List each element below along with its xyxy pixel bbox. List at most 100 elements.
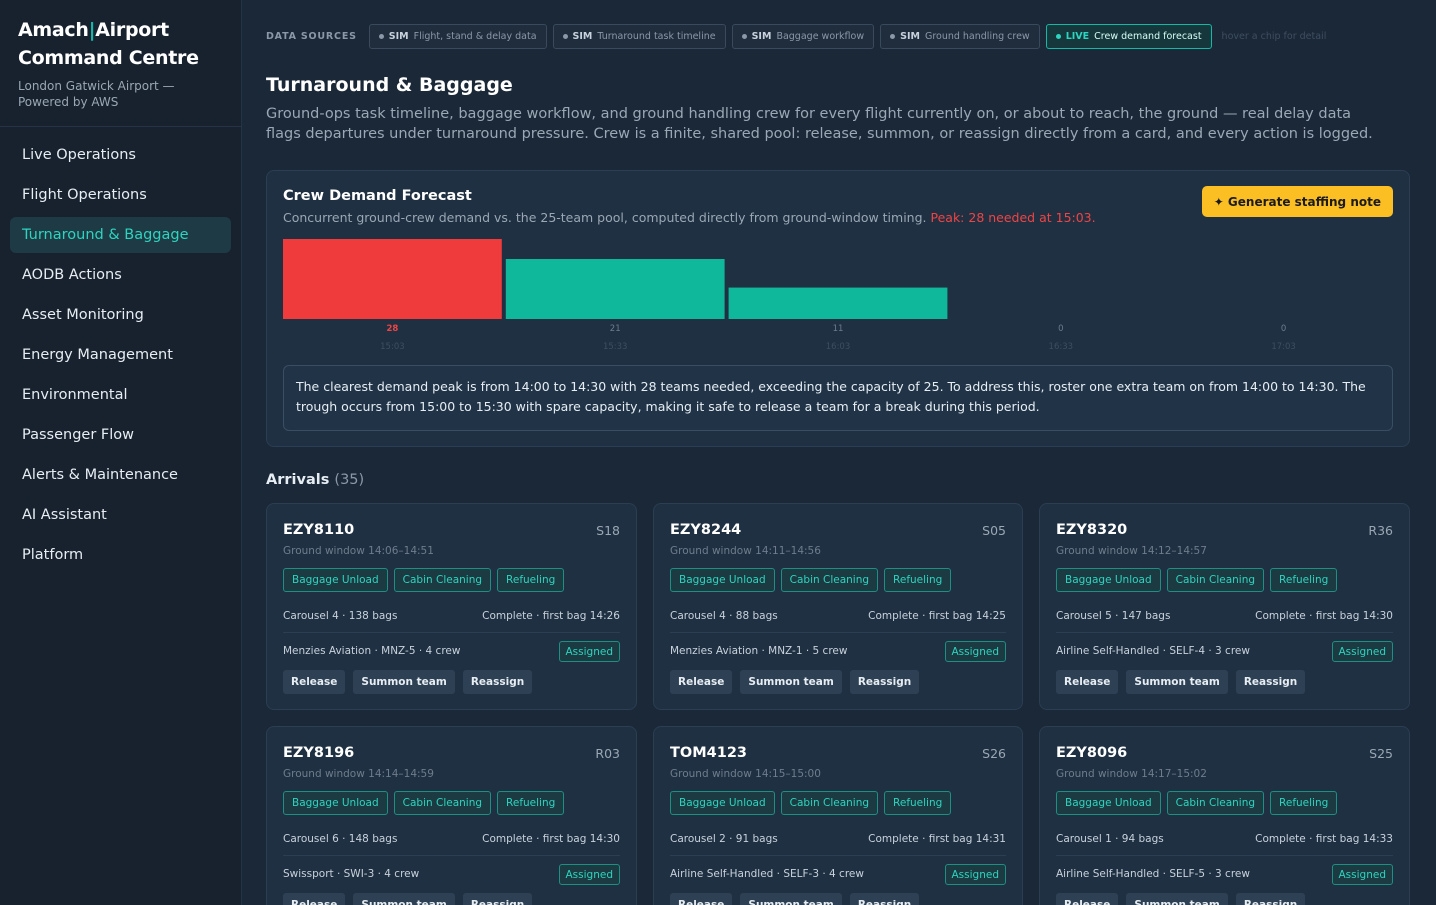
task-chip[interactable]: Baggage Unload xyxy=(670,568,775,592)
data-source-chip[interactable]: SIM Turnaround task timeline xyxy=(552,24,726,49)
brand-subtitle: London Gatwick Airport — Powered by AWS xyxy=(18,79,175,109)
sidebar-item-turnaround-baggage[interactable]: Turnaround & Baggage xyxy=(10,217,231,253)
reassign-button[interactable]: Reassign xyxy=(1235,670,1306,694)
source-text: Ground handling crew xyxy=(924,31,1030,42)
data-source-chip[interactable]: SIM Flight, stand & delay data xyxy=(368,24,547,49)
bar-time-label: 15:03 xyxy=(380,342,405,352)
task-chip[interactable]: Baggage Unload xyxy=(670,791,775,815)
task-chip[interactable]: Refueling xyxy=(884,791,952,815)
ground-window: Ground window 14:06–14:51 xyxy=(283,545,434,557)
summon-team-button[interactable]: Summon team xyxy=(1126,893,1228,905)
status-dot-icon xyxy=(1055,34,1061,39)
reassign-button[interactable]: Reassign xyxy=(849,670,920,694)
task-chip[interactable]: Cabin Cleaning xyxy=(1166,791,1265,815)
task-chip[interactable]: Refueling xyxy=(497,568,565,592)
crew-info: Airline Self-Handled · SELF-3 · 4 crew xyxy=(670,868,864,880)
release-button[interactable]: Release xyxy=(283,670,346,694)
task-chip[interactable]: Refueling xyxy=(497,791,565,815)
sidebar-item-ai-assistant[interactable]: AI Assistant xyxy=(10,497,231,533)
flight-number: EZY8244 xyxy=(670,522,742,538)
baggage-info: Carousel 2 · 91 bags xyxy=(670,833,778,845)
source-tag: SIM xyxy=(388,31,409,42)
baggage-info: Carousel 4 · 138 bags xyxy=(283,610,398,622)
stand-id: S26 xyxy=(982,746,1006,761)
page-title: Turnaround & Baggage xyxy=(266,74,513,96)
sidebar-item-live-operations[interactable]: Live Operations xyxy=(10,137,231,173)
bar-value-label: 21 xyxy=(610,324,621,334)
card-divider xyxy=(1056,855,1393,856)
data-sources-label: DATA SOURCES xyxy=(266,31,357,42)
brand: Amach|Airport Command Centre London Gatw… xyxy=(0,0,241,127)
source-text: Crew demand forecast xyxy=(1094,31,1202,42)
release-button[interactable]: Release xyxy=(1056,893,1119,905)
task-chip[interactable]: Cabin Cleaning xyxy=(393,568,492,592)
task-list: Baggage Unload Cabin Cleaning Refueling xyxy=(670,568,952,592)
task-chip[interactable]: Baggage Unload xyxy=(1056,791,1161,815)
sidebar-item-environmental[interactable]: Environmental xyxy=(10,377,231,413)
data-source-chip[interactable]: SIM Ground handling crew xyxy=(880,24,1040,49)
sidebar-item-alerts-maintenance[interactable]: Alerts & Maintenance xyxy=(10,457,231,493)
task-chip[interactable]: Cabin Cleaning xyxy=(780,568,879,592)
summon-team-button[interactable]: Summon team xyxy=(353,670,455,694)
crew-demand-forecast-card: Crew Demand Forecast Concurrent ground-c… xyxy=(266,170,1410,447)
data-source-chip[interactable]: SIM Baggage workflow xyxy=(731,24,875,49)
task-chip[interactable]: Cabin Cleaning xyxy=(393,791,492,815)
flight-card: EZY8110 S18 Ground window 14:06–14:51 Bagga… xyxy=(266,503,637,710)
brand-title: Amach|Airport Command Centre xyxy=(18,16,223,72)
task-chip[interactable]: Baggage Unload xyxy=(283,568,388,592)
bar-time-label: 15:33 xyxy=(603,342,628,352)
card-actions: Release Summon team Reassign xyxy=(1056,670,1306,694)
task-chip[interactable]: Baggage Unload xyxy=(1056,568,1161,592)
card-actions: Release Summon team Reassign xyxy=(1056,893,1306,905)
source-tag: LIVE xyxy=(1065,31,1090,42)
task-chip[interactable]: Refueling xyxy=(884,568,952,592)
baggage-status: Complete · first bag 14:33 xyxy=(1255,833,1393,845)
flight-number: EZY8096 xyxy=(1056,745,1128,761)
summon-team-button[interactable]: Summon team xyxy=(1126,670,1228,694)
reassign-button[interactable]: Reassign xyxy=(462,670,533,694)
status-dot-icon xyxy=(562,34,568,39)
summon-team-button[interactable]: Summon team xyxy=(740,893,842,905)
task-chip[interactable]: Baggage Unload xyxy=(283,791,388,815)
ground-window: Ground window 14:11–14:56 xyxy=(670,545,821,557)
task-chip[interactable]: Cabin Cleaning xyxy=(780,791,879,815)
flight-card: TOM4123 S26 Ground window 14:15–15:00 Bagga… xyxy=(653,726,1023,905)
sidebar-item-energy-management[interactable]: Energy Management xyxy=(10,337,231,373)
task-chip[interactable]: Cabin Cleaning xyxy=(1166,568,1265,592)
release-button[interactable]: Release xyxy=(283,893,346,905)
baggage-status: Complete · first bag 14:30 xyxy=(482,833,620,845)
task-list: Baggage Unload Cabin Cleaning Refueling xyxy=(283,568,565,592)
card-actions: Release Summon team Reassign xyxy=(670,893,920,905)
source-tag: SIM xyxy=(572,31,593,42)
generate-staffing-note-button[interactable]: ✦ Generate staffing note xyxy=(1201,186,1393,217)
reassign-button[interactable]: Reassign xyxy=(1235,893,1306,905)
data-sources-hint: hover a chip for detail xyxy=(1221,31,1327,42)
sidebar-nav: Live Operations Flight Operations Turnarou… xyxy=(0,127,241,587)
release-button[interactable]: Release xyxy=(670,670,733,694)
flight-card: EZY8244 S05 Ground window 14:11–14:56 Bagga… xyxy=(653,503,1023,710)
baggage-status: Complete · first bag 14:26 xyxy=(482,610,620,622)
release-button[interactable]: Release xyxy=(1056,670,1119,694)
stand-id: R03 xyxy=(595,746,620,761)
baggage-info: Carousel 5 · 147 bags xyxy=(1056,610,1171,622)
reassign-button[interactable]: Reassign xyxy=(462,893,533,905)
status-dot-icon xyxy=(378,34,384,39)
sidebar-item-passenger-flow[interactable]: Passenger Flow xyxy=(10,417,231,453)
sidebar-item-platform[interactable]: Platform xyxy=(10,537,231,573)
task-chip[interactable]: Refueling xyxy=(1270,791,1338,815)
source-tag: SIM xyxy=(900,31,920,42)
baggage-info: Carousel 6 · 148 bags xyxy=(283,833,398,845)
task-chip[interactable]: Refueling xyxy=(1270,568,1338,592)
sidebar-item-flight-operations[interactable]: Flight Operations xyxy=(10,177,231,213)
release-button[interactable]: Release xyxy=(670,893,733,905)
data-source-chip[interactable]: LIVE Crew demand forecast xyxy=(1045,24,1212,49)
crew-info: Swissport · SWI-3 · 4 crew xyxy=(283,868,420,880)
stand-id: S25 xyxy=(1369,746,1393,761)
summon-team-button[interactable]: Summon team xyxy=(353,893,455,905)
brand-name-b: Airport xyxy=(95,19,169,41)
reassign-button[interactable]: Reassign xyxy=(849,893,920,905)
sidebar-item-aodb-actions[interactable]: AODB Actions xyxy=(10,257,231,293)
card-divider xyxy=(283,855,620,856)
sidebar-item-asset-monitoring[interactable]: Asset Monitoring xyxy=(10,297,231,333)
summon-team-button[interactable]: Summon team xyxy=(740,670,842,694)
